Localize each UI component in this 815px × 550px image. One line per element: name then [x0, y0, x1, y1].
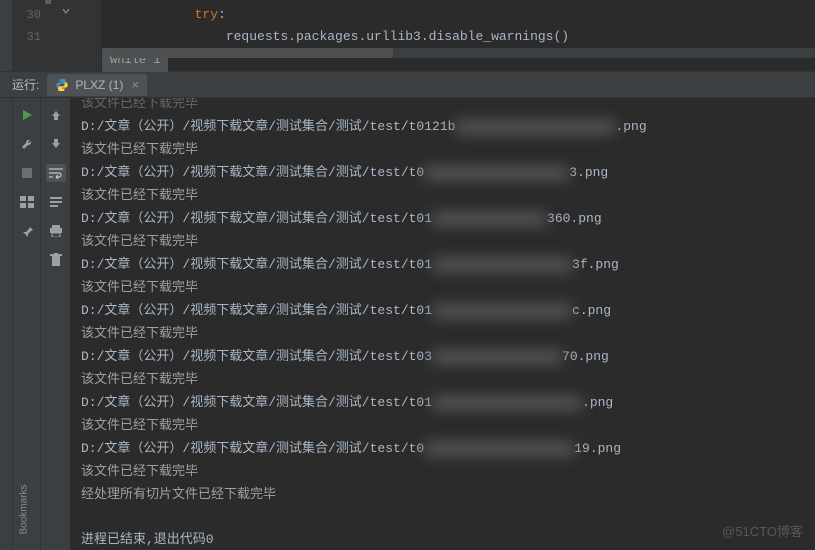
code-text: requests.packages.urllib3.disable_warnin…: [226, 29, 569, 44]
line-number-gutter: 30 31: [13, 0, 51, 71]
tool-sidebar: Bookmarks: [0, 98, 13, 550]
editor-fold-gutter: [51, 0, 101, 71]
console-status-line: 该文件已经下载完毕: [81, 368, 805, 391]
console-status-line: 该文件已经下载完毕: [81, 322, 805, 345]
console-path-line: D:/文章（公开）/视频下载文章/测试集合/测试/test/t0121bxxxx…: [81, 115, 805, 138]
console-output[interactable]: 该文件已经下载完毕D:/文章（公开）/视频下载文章/测试集合/测试/test/t…: [71, 98, 815, 550]
horizontal-scrollbar[interactable]: [113, 48, 815, 58]
console-status-line: 该文件已经下载完毕: [81, 276, 805, 299]
layout-icon[interactable]: [18, 193, 36, 211]
console-path-line: D:/文章（公开）/视频下载文章/测试集合/测试/test/t0xxxxxxxx…: [81, 161, 805, 184]
down-icon[interactable]: [46, 135, 66, 153]
up-icon[interactable]: [46, 106, 66, 124]
run-label: 运行:: [4, 76, 47, 93]
pin-icon[interactable]: [18, 222, 36, 240]
console-status-line: 该文件已经下载完毕: [81, 414, 805, 437]
fold-icon[interactable]: [61, 6, 71, 16]
run-actions-col2: [41, 98, 71, 550]
run-tab[interactable]: PLXZ (1) ×: [47, 74, 147, 96]
console-path-line: D:/文章（公开）/视频下载文章/测试集合/测试/test/t01xxxxxxx…: [81, 299, 805, 322]
bookmarks-tab[interactable]: Bookmarks: [19, 484, 30, 534]
console-status-line: 该文件已经下载完毕: [81, 460, 805, 483]
console-path-line: D:/文章（公开）/视频下载文章/测试集合/测试/test/t03xxxxxxx…: [81, 345, 805, 368]
run-tool-window: Bookmarks: [0, 98, 815, 550]
scrollbar-thumb[interactable]: [113, 48, 393, 58]
trash-icon[interactable]: [46, 251, 66, 269]
run-tab-name: PLXZ (1): [75, 78, 123, 92]
console-path-line: D:/文章（公开）/视频下载文章/测试集合/测试/test/t0xxxxxxxx…: [81, 437, 805, 460]
console-path-line: D:/文章（公开）/视频下载文章/测试集合/测试/test/t01xxxxxxx…: [81, 253, 805, 276]
wrench-icon[interactable]: [18, 135, 36, 153]
print-icon[interactable]: [46, 222, 66, 240]
console-line: 该文件已经下载完毕: [81, 98, 805, 115]
console-status-line: 该文件已经下载完毕: [81, 184, 805, 207]
watermark: @51CTO博客: [722, 521, 803, 540]
python-icon: [55, 78, 69, 92]
rerun-icon[interactable]: [18, 106, 36, 124]
console-status-line: 该文件已经下载完毕: [81, 230, 805, 253]
close-icon[interactable]: ×: [129, 77, 141, 92]
scroll-to-end-icon[interactable]: [46, 193, 66, 211]
run-actions-col1: [13, 98, 41, 550]
punct: :: [218, 7, 226, 22]
run-panel-header: 运行: PLXZ (1) ×: [0, 72, 815, 98]
code-content[interactable]: try: requests.packages.urllib3.disable_w…: [101, 0, 815, 71]
line-number: 31: [13, 26, 41, 48]
indent: [101, 29, 226, 44]
console-exit-line: 进程已结束,退出代码0: [81, 528, 805, 550]
console-path-line: D:/文章（公开）/视频下载文章/测试集合/测试/test/t01xxxxxxx…: [81, 391, 805, 414]
code-editor: 30 31 try: requests.packages.urllib3.dis…: [0, 0, 815, 72]
keyword-try: try: [195, 7, 218, 22]
console-path-line: D:/文章（公开）/视频下载文章/测试集合/测试/test/t01xxxxxxx…: [81, 207, 805, 230]
line-number: 30: [13, 4, 41, 26]
soft-wrap-icon[interactable]: [46, 164, 66, 182]
console-summary-line: 经处理所有切片文件已经下载完毕: [81, 483, 805, 506]
console-status-line: 该文件已经下载完毕: [81, 138, 805, 161]
indent: [101, 7, 195, 22]
editor-left-gutter: [0, 0, 13, 71]
stop-icon[interactable]: [18, 164, 36, 182]
